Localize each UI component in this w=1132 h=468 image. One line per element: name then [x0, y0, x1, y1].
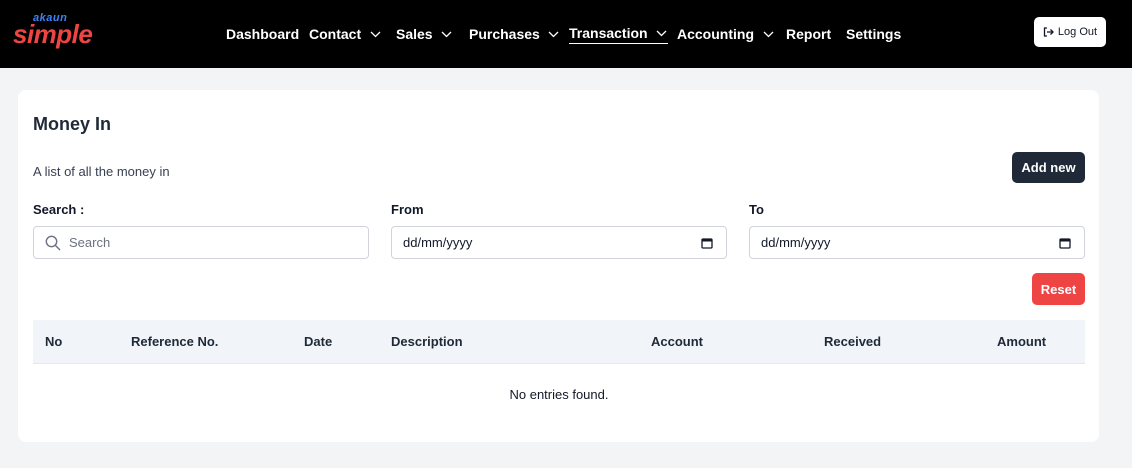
nav-dashboard[interactable]: Dashboard	[226, 24, 299, 44]
nav-report-label: Report	[786, 26, 832, 42]
nav-transaction-label: Transaction	[569, 25, 648, 41]
logout-label: Log Out	[1057, 26, 1098, 38]
chevron-down-icon	[441, 28, 453, 40]
search-input[interactable]: Search	[33, 226, 369, 259]
nav-settings[interactable]: Settings	[846, 24, 901, 44]
logout-button[interactable]: Log Out	[1034, 17, 1106, 47]
chevron-down-icon	[548, 28, 560, 40]
chevron-down-icon	[762, 28, 774, 40]
from-label: From	[391, 202, 424, 217]
table-header: No Reference No. Date Description Accoun…	[33, 320, 1085, 364]
column-header-date: Date	[304, 334, 333, 349]
money-in-card: Money In A list of all the money in Add …	[18, 90, 1099, 442]
column-header-description: Description	[391, 334, 463, 349]
nav-accounting[interactable]: Accounting	[677, 24, 774, 44]
nav-settings-label: Settings	[846, 26, 902, 42]
column-header-reference: Reference No.	[131, 334, 219, 349]
nav-accounting-label: Accounting	[677, 26, 754, 42]
from-date-value: dd/mm/yyyy	[403, 235, 473, 250]
search-icon	[45, 235, 61, 251]
nav-contact[interactable]: Contact	[309, 24, 381, 44]
add-new-button[interactable]: Add new	[1012, 152, 1085, 183]
to-date-input[interactable]: dd/mm/yyyy	[749, 226, 1085, 259]
column-header-amount: Amount	[997, 334, 1047, 349]
chevron-down-icon	[656, 27, 668, 39]
to-date-value: dd/mm/yyyy	[761, 235, 831, 250]
chevron-down-icon	[369, 28, 381, 40]
nav-dashboard-label: Dashboard	[226, 26, 300, 42]
column-header-no: No	[45, 334, 63, 349]
page-title: Money In	[33, 114, 112, 134]
nav-sales[interactable]: Sales	[396, 24, 453, 44]
nav-transaction[interactable]: Transaction	[569, 24, 668, 44]
search-label: Search :	[33, 202, 85, 217]
column-header-account: Account	[651, 334, 703, 349]
reset-button[interactable]: Reset	[1032, 273, 1085, 305]
nav-purchases-label: Purchases	[469, 26, 540, 42]
search-placeholder: Search	[69, 235, 111, 250]
logout-icon	[1043, 27, 1054, 37]
nav-sales-label: Sales	[396, 26, 433, 42]
nav-contact-label: Contact	[309, 26, 362, 42]
nav-report[interactable]: Report	[786, 24, 831, 44]
from-date-input[interactable]: dd/mm/yyyy	[391, 226, 727, 259]
page-subtitle: A list of all the money in	[33, 164, 170, 179]
nav-purchases[interactable]: Purchases	[469, 24, 560, 44]
calendar-icon[interactable]	[701, 237, 713, 249]
column-header-received: Received	[824, 334, 882, 349]
main-nav: Dashboard Contact Sales Purchases Transa…	[0, 0, 1132, 68]
to-label: To	[749, 202, 764, 217]
calendar-icon[interactable]	[1059, 237, 1071, 249]
top-navbar: akaun simple Dashboard Contact Sales Pur…	[0, 0, 1132, 68]
empty-table-message: No entries found.	[509, 387, 609, 402]
